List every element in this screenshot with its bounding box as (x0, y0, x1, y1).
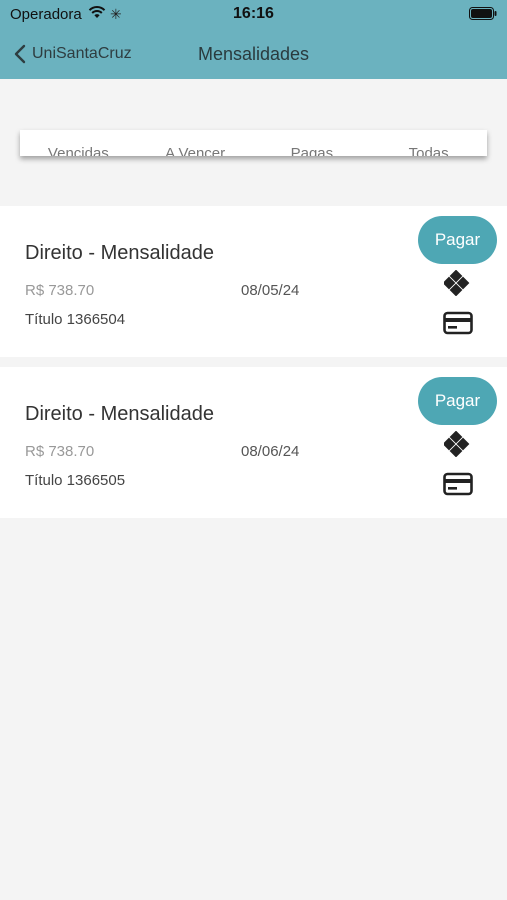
invoice-title: Direito - Mensalidade (25, 403, 214, 425)
invoice-number: Título 1366504 (25, 311, 126, 328)
credit-card-icon[interactable] (443, 472, 473, 501)
tab-bar: Vencidas A Vencer Pagas Todas (20, 130, 487, 156)
invoice-amount: R$ 738.70 (25, 443, 95, 460)
pix-icon[interactable] (442, 269, 470, 301)
invoice-card: Direito - Mensalidade R$ 738.70 08/05/24… (0, 206, 507, 357)
battery-icon (469, 7, 497, 24)
invoice-number: Título 1366505 (25, 472, 126, 489)
tab-pagas[interactable]: Pagas (254, 130, 371, 156)
invoice-amount: R$ 738.70 (25, 282, 95, 299)
tab-todas[interactable]: Todas (370, 130, 487, 156)
credit-card-icon[interactable] (443, 311, 473, 340)
invoice-due-date: 08/06/24 (241, 443, 300, 460)
nav-bar: UniSantaCruz Mensalidades (0, 36, 507, 72)
pay-button[interactable]: Pagar (418, 216, 497, 264)
tab-vencidas[interactable]: Vencidas (20, 130, 137, 156)
status-bar: Operadora ✳ 16:16 (0, 0, 507, 28)
page-title: Mensalidades (197, 44, 310, 64)
pay-button[interactable]: Pagar (418, 377, 497, 425)
tab-a-vencer[interactable]: A Vencer (137, 130, 254, 156)
status-time: 16:16 (233, 5, 274, 22)
pix-icon[interactable] (442, 430, 470, 462)
invoice-card: Direito - Mensalidade R$ 738.70 08/06/24… (0, 367, 507, 518)
invoice-title: Direito - Mensalidade (25, 242, 214, 264)
invoice-due-date: 08/05/24 (241, 282, 300, 299)
header: Operadora ✳ 16:16 UniSantaCruz Mensalida (0, 0, 507, 79)
